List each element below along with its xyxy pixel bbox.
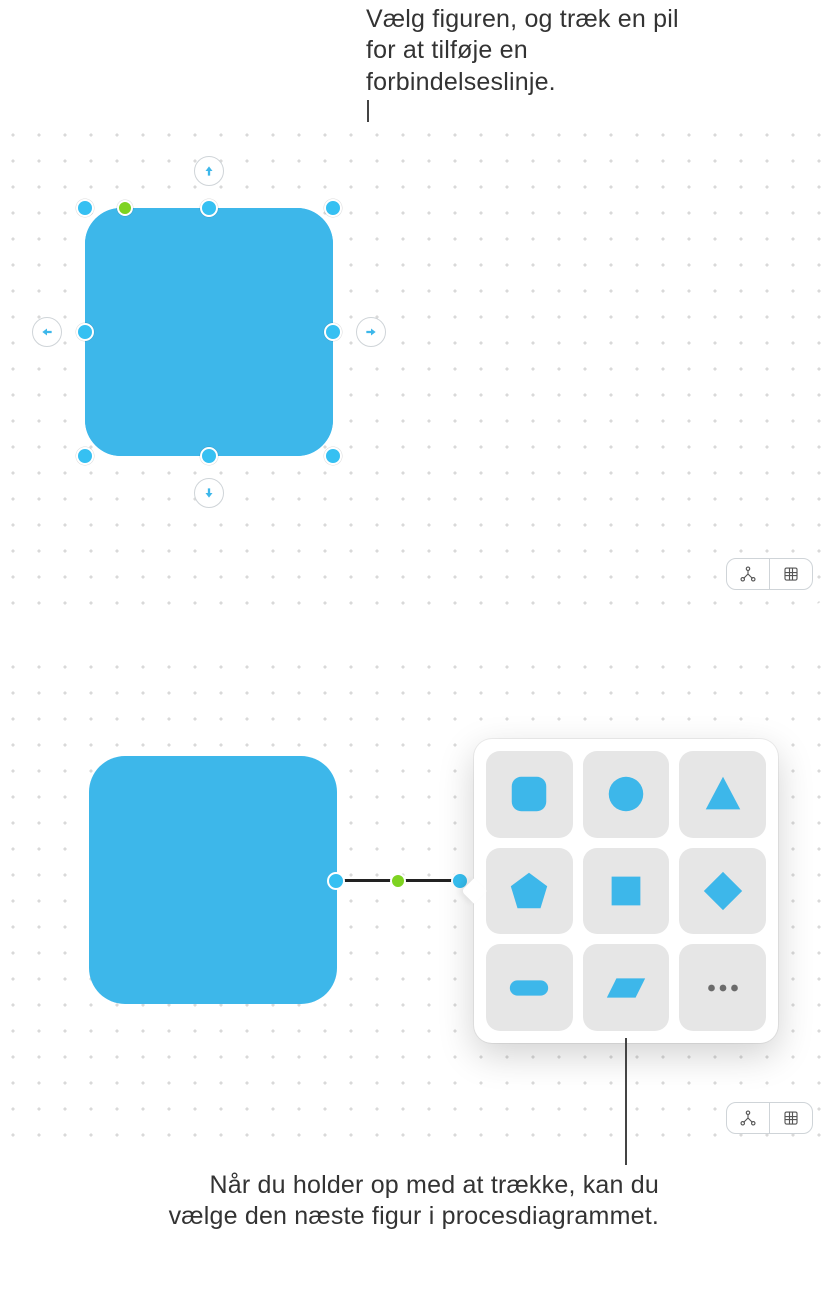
grid-icon [782,1109,800,1127]
connector-endpoint-start[interactable] [327,872,345,890]
connect-arrow-up[interactable] [194,156,224,186]
circle-icon [603,771,649,817]
pentagon-icon [506,868,552,914]
resize-handle-s[interactable] [200,447,218,465]
connector-midpoint[interactable] [390,873,406,889]
picker-diamond[interactable] [679,848,766,935]
panel-mode-toggle [726,1102,813,1134]
picker-pentagon[interactable] [486,848,573,935]
resize-handle-w[interactable] [76,323,94,341]
arrow-up-icon [202,164,216,178]
more-icon [700,965,746,1011]
shape-fill [89,756,337,1004]
triangle-icon [700,771,746,817]
leader-bottom [625,1038,627,1165]
canvas-panel-selected-shape[interactable] [0,122,827,606]
square-icon [603,868,649,914]
resize-handle-ne[interactable] [324,199,342,217]
shape-rounded-square[interactable] [89,756,337,1004]
connect-arrow-down[interactable] [194,478,224,508]
picker-square[interactable] [583,848,670,935]
grid-mode-button[interactable] [769,559,812,589]
picker-triangle[interactable] [679,751,766,838]
panel-mode-toggle [726,558,813,590]
resize-handle-e[interactable] [324,323,342,341]
resize-handle-nw[interactable] [76,199,94,217]
shape-fill [85,208,333,456]
picker-circle[interactable] [583,751,670,838]
canvas-panel-connector-and-picker[interactable] [0,654,827,1150]
connect-arrow-right[interactable] [356,317,386,347]
rounded-square-icon [506,771,552,817]
resize-handle-n[interactable] [200,199,218,217]
caption-bottom: Når du holder op med at trække, kan du v… [139,1170,659,1233]
grid-mode-button[interactable] [769,1103,812,1133]
pill-icon [506,965,552,1011]
resize-handle-se[interactable] [324,447,342,465]
connections-icon [739,1109,757,1127]
picker-rounded-square[interactable] [486,751,573,838]
shape-picker-popover [474,739,778,1043]
connections-mode-button[interactable] [727,1103,769,1133]
picker-pill[interactable] [486,944,573,1031]
parallelogram-icon [603,965,649,1011]
picker-more[interactable] [679,944,766,1031]
connections-mode-button[interactable] [727,559,769,589]
arrow-right-icon [364,325,378,339]
connect-arrow-left[interactable] [32,317,62,347]
caption-top: Vælg figuren, og træk en pil for at tilf… [366,4,696,98]
rotation-handle[interactable] [117,200,133,216]
picker-parallelogram[interactable] [583,944,670,1031]
arrow-left-icon [40,325,54,339]
arrow-down-icon [202,486,216,500]
resize-handle-sw[interactable] [76,447,94,465]
grid-icon [782,565,800,583]
connections-icon [739,565,757,583]
shape-rounded-square-selected[interactable] [85,208,333,456]
diamond-icon [700,868,746,914]
